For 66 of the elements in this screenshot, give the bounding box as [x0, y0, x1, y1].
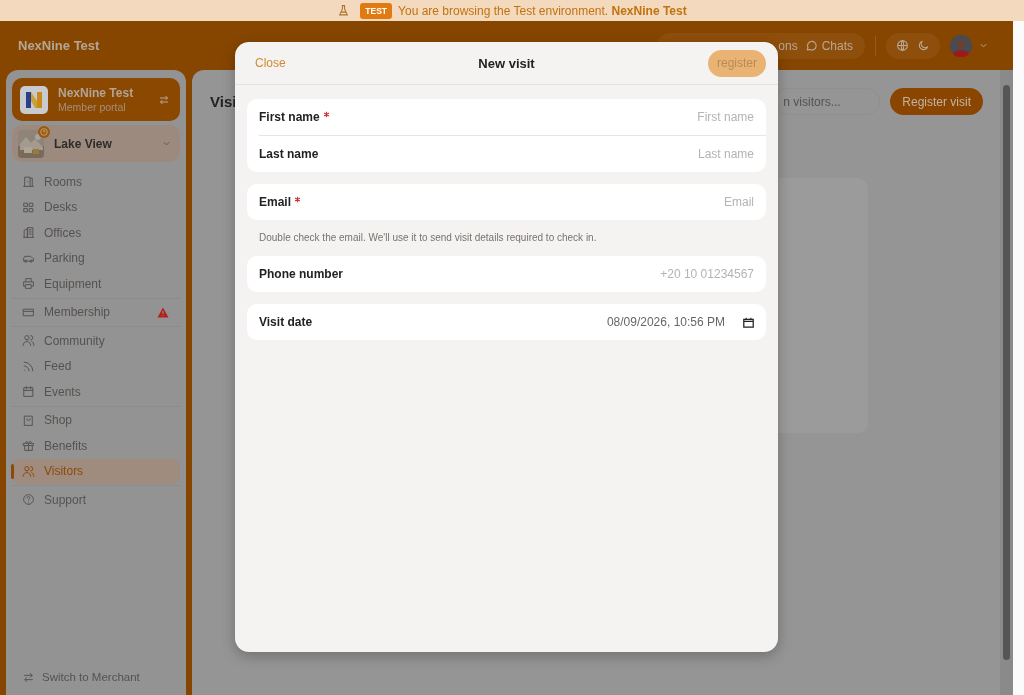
- gift-icon: [22, 439, 35, 453]
- door-icon: [22, 175, 35, 189]
- swap-icon: [22, 670, 35, 684]
- chats-link[interactable]: Chats: [804, 38, 853, 53]
- email-hint: Double check the email. We'll use it to send visit details required to check in.: [258, 232, 598, 244]
- environment-notice: You are browsing the Test environment. NexNine Test: [398, 3, 687, 18]
- grid-icon: [22, 200, 35, 214]
- close-button[interactable]: Close: [255, 56, 286, 70]
- register-visit-button[interactable]: Register visit: [890, 88, 983, 115]
- location-selector[interactable]: Lake View: [12, 125, 180, 162]
- rss-icon: [22, 359, 35, 373]
- field-label: Visit date: [259, 315, 313, 329]
- printer-icon: [22, 277, 35, 291]
- nav-item[interactable]: Parking: [12, 245, 180, 271]
- field-label: Email: [259, 195, 291, 209]
- calendar-icon: [22, 385, 35, 399]
- nav-item[interactable]: Shop: [12, 407, 180, 433]
- form-field[interactable]: First name First name: [247, 99, 766, 135]
- nav-item[interactable]: Events: [12, 379, 180, 405]
- chat-bubble-icon: [804, 39, 818, 52]
- nav-item[interactable]: Feed: [12, 353, 180, 379]
- logo-icon: [20, 85, 48, 114]
- org-card[interactable]: NexNine Test Member portal: [12, 78, 180, 121]
- nav-item[interactable]: Membership: [12, 299, 180, 325]
- input-field[interactable]: First name: [329, 107, 754, 127]
- form-field[interactable]: Last name Last name: [247, 135, 766, 172]
- nav-item[interactable]: Community: [12, 328, 180, 354]
- page-title: Visi: [210, 93, 237, 110]
- org-subtitle: Member portal: [58, 101, 127, 113]
- avatar[interactable]: [950, 34, 972, 57]
- dialog-title: New visit: [477, 55, 536, 71]
- location-name: Lake View: [54, 136, 113, 151]
- org-name: NexNine Test: [58, 86, 135, 100]
- nav-item[interactable]: Offices: [12, 220, 180, 246]
- field-label: Phone number: [259, 267, 343, 281]
- nav-item[interactable]: Desks: [12, 194, 180, 220]
- moon-icon[interactable]: [917, 39, 930, 52]
- brand-name: NexNine Test: [18, 38, 100, 53]
- field-label: First name: [259, 110, 320, 124]
- flask-icon: [337, 4, 351, 17]
- help-icon: [22, 493, 35, 507]
- input-field[interactable]: Last name: [318, 143, 754, 164]
- form-field[interactable]: Phone number +20 10 01234567: [247, 256, 766, 292]
- users-icon: [22, 334, 35, 348]
- field-label: Last name: [259, 146, 319, 161]
- input-field[interactable]: Email: [301, 192, 754, 212]
- building-icon: [22, 226, 35, 240]
- users-icon: [22, 464, 35, 478]
- clock-badge-icon: [38, 125, 50, 138]
- environment-badge: TEST: [360, 2, 393, 19]
- nav-item[interactable]: Equipment: [12, 271, 180, 297]
- calendar-icon[interactable]: [743, 316, 754, 328]
- swap-icon[interactable]: [158, 93, 170, 106]
- bag-icon: [22, 413, 35, 427]
- form-field[interactable]: Visit date 08/09/2026, 10:56 PM: [247, 304, 766, 340]
- nav-item[interactable]: Benefits: [12, 433, 180, 459]
- nav-item[interactable]: Support: [12, 487, 180, 513]
- form-field[interactable]: Email Email: [247, 184, 766, 220]
- scrollbar[interactable]: [1003, 85, 1010, 660]
- date-input[interactable]: 08/09/2026, 10:56 PM: [312, 312, 735, 332]
- nav-item[interactable]: Visitors: [12, 458, 180, 484]
- input-field[interactable]: +20 10 01234567: [343, 264, 754, 284]
- nav-item[interactable]: Rooms: [12, 169, 180, 195]
- notifications-link[interactable]: ons: [778, 38, 798, 53]
- globe-icon[interactable]: [896, 39, 909, 52]
- switch-merchant-link[interactable]: Switch to Merchant: [12, 661, 180, 693]
